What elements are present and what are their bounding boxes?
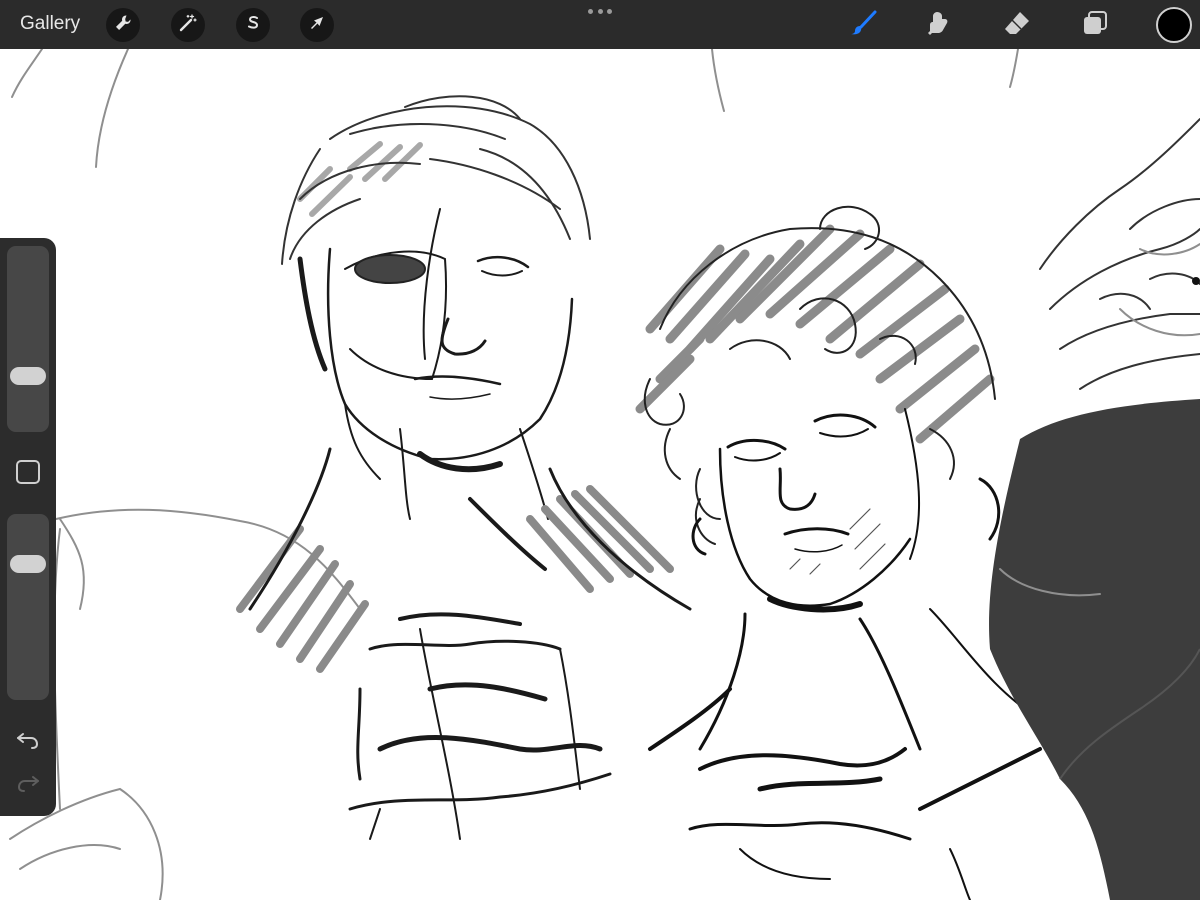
drawing-canvas[interactable] [0, 49, 1200, 900]
actions-button[interactable] [106, 8, 140, 42]
magic-wand-icon [178, 13, 198, 38]
undo-button[interactable] [14, 725, 42, 753]
brush-size-slider[interactable] [7, 246, 49, 432]
layers-button[interactable] [1078, 8, 1112, 42]
selection-button[interactable] [236, 8, 270, 42]
dot [588, 8, 593, 14]
modify-button[interactable] [16, 460, 40, 484]
smudge-icon [923, 8, 953, 43]
layers-icon [1080, 8, 1110, 43]
brush-sidebar [0, 238, 56, 816]
gallery-button[interactable]: Gallery [20, 12, 80, 36]
eraser-tool-button[interactable] [1000, 8, 1034, 42]
brush-icon [848, 8, 878, 43]
selection-s-icon [243, 13, 263, 38]
smudge-tool-button[interactable] [921, 8, 955, 42]
eraser-icon [1002, 8, 1032, 43]
brush-size-handle[interactable] [10, 366, 46, 385]
more-options-dots[interactable] [588, 6, 612, 16]
wrench-icon [113, 13, 133, 38]
transform-button[interactable] [300, 8, 334, 42]
brush-opacity-slider[interactable] [7, 514, 49, 700]
dot [607, 8, 612, 14]
brush-opacity-handle[interactable] [10, 554, 46, 573]
top-toolbar: Gallery [0, 0, 1200, 49]
dot [597, 8, 603, 14]
arrow-cursor-icon [307, 13, 327, 38]
undo-icon [14, 733, 42, 757]
redo-icon [14, 776, 42, 800]
adjustments-button[interactable] [171, 8, 205, 42]
redo-button[interactable] [14, 768, 42, 796]
color-picker-swatch[interactable] [1156, 7, 1192, 43]
paint-tool-button[interactable] [846, 8, 880, 42]
sketch-artwork [0, 49, 1200, 900]
